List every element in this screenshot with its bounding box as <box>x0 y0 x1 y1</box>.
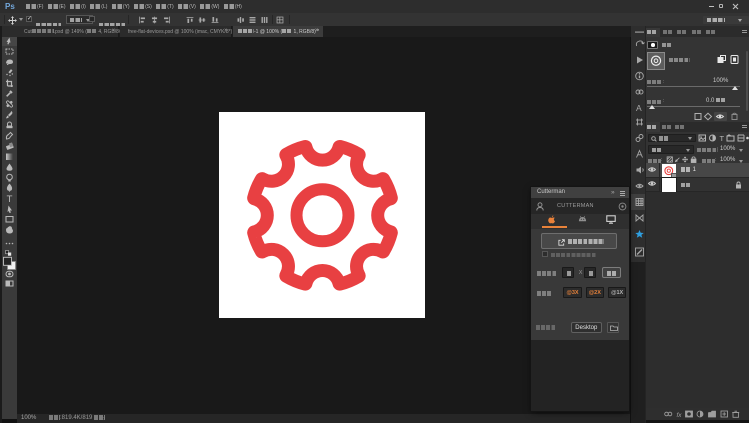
svg-text:A: A <box>636 103 642 113</box>
svg-text:T: T <box>7 194 13 205</box>
svg-text:fx: fx <box>677 412 683 418</box>
svg-text:T: T <box>720 134 725 142</box>
